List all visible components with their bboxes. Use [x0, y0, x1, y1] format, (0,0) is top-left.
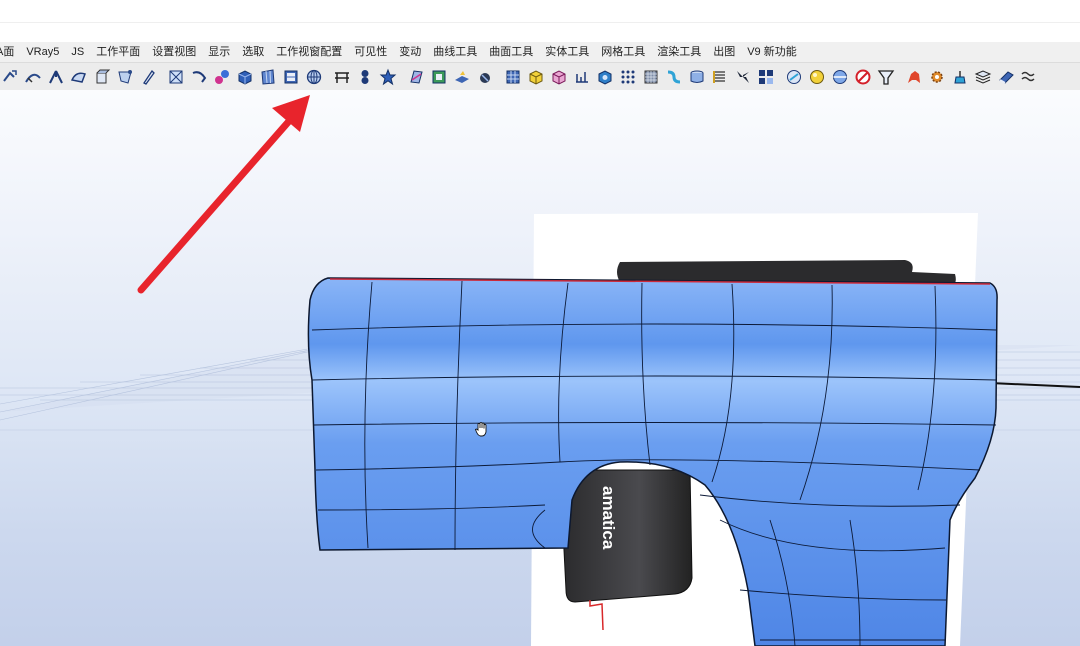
grid-block-icon[interactable]	[503, 67, 523, 87]
split-sphere-icon[interactable]	[830, 67, 850, 87]
toolbar-group-curves	[0, 67, 158, 87]
layers-icon[interactable]	[973, 67, 993, 87]
grid-panel-icon[interactable]	[281, 67, 301, 87]
join-sphere-icon[interactable]	[212, 67, 232, 87]
window-title-area	[0, 0, 1080, 43]
propeller-icon[interactable]	[733, 67, 753, 87]
toolbar-group-misc	[332, 67, 398, 87]
cartridge-label: amatica	[599, 486, 618, 550]
menu-item-render-tools[interactable]: 渲染工具	[651, 42, 707, 62]
cartridge	[559, 469, 693, 603]
panel-icon[interactable]	[258, 67, 278, 87]
menu-item-surface-tools[interactable]: 曲面工具	[483, 42, 539, 62]
hand-cursor-icon	[474, 421, 487, 437]
toolbar	[0, 62, 1080, 91]
mesh-block-icon[interactable]	[641, 67, 661, 87]
scene-canvas: amatica	[0, 213, 1080, 646]
menu-item-viewport-layout[interactable]: 工作视窗配置	[270, 42, 348, 62]
frame-surface-icon[interactable]	[429, 67, 449, 87]
menu-item-curve-tools[interactable]: 曲线工具	[427, 42, 483, 62]
plane-surface-icon[interactable]	[406, 67, 426, 87]
menu-item-drafting[interactable]: 出图	[707, 42, 741, 62]
railing-icon[interactable]	[332, 67, 352, 87]
axis-line	[989, 382, 1080, 388]
perspective-viewport[interactable]: amatica	[0, 90, 1080, 646]
toolbar-group-render	[904, 67, 1039, 87]
rail-revolve-icon[interactable]	[189, 67, 209, 87]
yellow-cube-icon[interactable]	[526, 67, 546, 87]
menu-item-display[interactable]: 显示	[202, 42, 236, 62]
toolbar-group-analysis	[784, 67, 896, 87]
menu-item-select[interactable]: 选取	[236, 42, 270, 62]
no-entry-icon[interactable]	[853, 67, 873, 87]
network-surface-icon[interactable]	[166, 67, 186, 87]
menu-item-js[interactable]: JS	[65, 42, 90, 62]
edit-pen-icon[interactable]	[138, 67, 158, 87]
yellow-sphere-icon[interactable]	[807, 67, 827, 87]
star-icon[interactable]	[378, 67, 398, 87]
sweep-icon[interactable]	[23, 67, 43, 87]
toolbar-group-mesh	[503, 67, 776, 87]
red-figure-icon[interactable]	[904, 67, 924, 87]
menu-item-a-surface[interactable]: A面	[0, 42, 20, 62]
pink-cube-icon[interactable]	[549, 67, 569, 87]
lamp-icon[interactable]	[950, 67, 970, 87]
gear-icon[interactable]	[927, 67, 947, 87]
title-divider	[0, 22, 1080, 23]
blue-cube-icon[interactable]	[595, 67, 615, 87]
list-icon[interactable]	[710, 67, 730, 87]
menu-item-cplane[interactable]: 工作平面	[90, 42, 146, 62]
menu-item-set-view[interactable]: 设置视图	[146, 42, 202, 62]
patch-icon[interactable]	[69, 67, 89, 87]
cylinder-icon[interactable]	[687, 67, 707, 87]
wave-icon[interactable]	[1019, 67, 1039, 87]
menu-item-solid-tools[interactable]: 实体工具	[539, 42, 595, 62]
sphere-mesh-icon[interactable]	[304, 67, 324, 87]
toolbar-group-surfaces	[166, 67, 324, 87]
flow-icon[interactable]	[664, 67, 684, 87]
bolt-icon[interactable]	[756, 67, 776, 87]
funnel-icon[interactable]	[876, 67, 896, 87]
boolean-icon[interactable]	[784, 67, 804, 87]
blend-curve-icon[interactable]	[46, 67, 66, 87]
menu-bar: A面 VRay5 JS 工作平面 设置视图 显示 选取 工作视窗配置 可见性 变…	[0, 42, 1080, 62]
ribbon-icon[interactable]	[452, 67, 472, 87]
menu-item-v9-features[interactable]: V9 新功能	[741, 42, 803, 62]
book-icon[interactable]	[996, 67, 1016, 87]
toolbar-group-solids	[406, 67, 495, 87]
menu-item-transform[interactable]: 变动	[393, 42, 427, 62]
extrude-icon[interactable]	[92, 67, 112, 87]
box-icon[interactable]	[235, 67, 255, 87]
menu-item-visibility[interactable]: 可见性	[348, 42, 393, 62]
rotate-arrow-icon[interactable]	[0, 67, 20, 87]
rotate-solid-icon[interactable]	[475, 67, 495, 87]
section-icon[interactable]	[572, 67, 592, 87]
loft-icon[interactable]	[115, 67, 135, 87]
dots-grid-icon[interactable]	[618, 67, 638, 87]
menu-item-vray[interactable]: VRay5	[20, 42, 65, 62]
menu-item-mesh-tools[interactable]: 网格工具	[595, 42, 651, 62]
figure-eight-icon[interactable]	[355, 67, 375, 87]
